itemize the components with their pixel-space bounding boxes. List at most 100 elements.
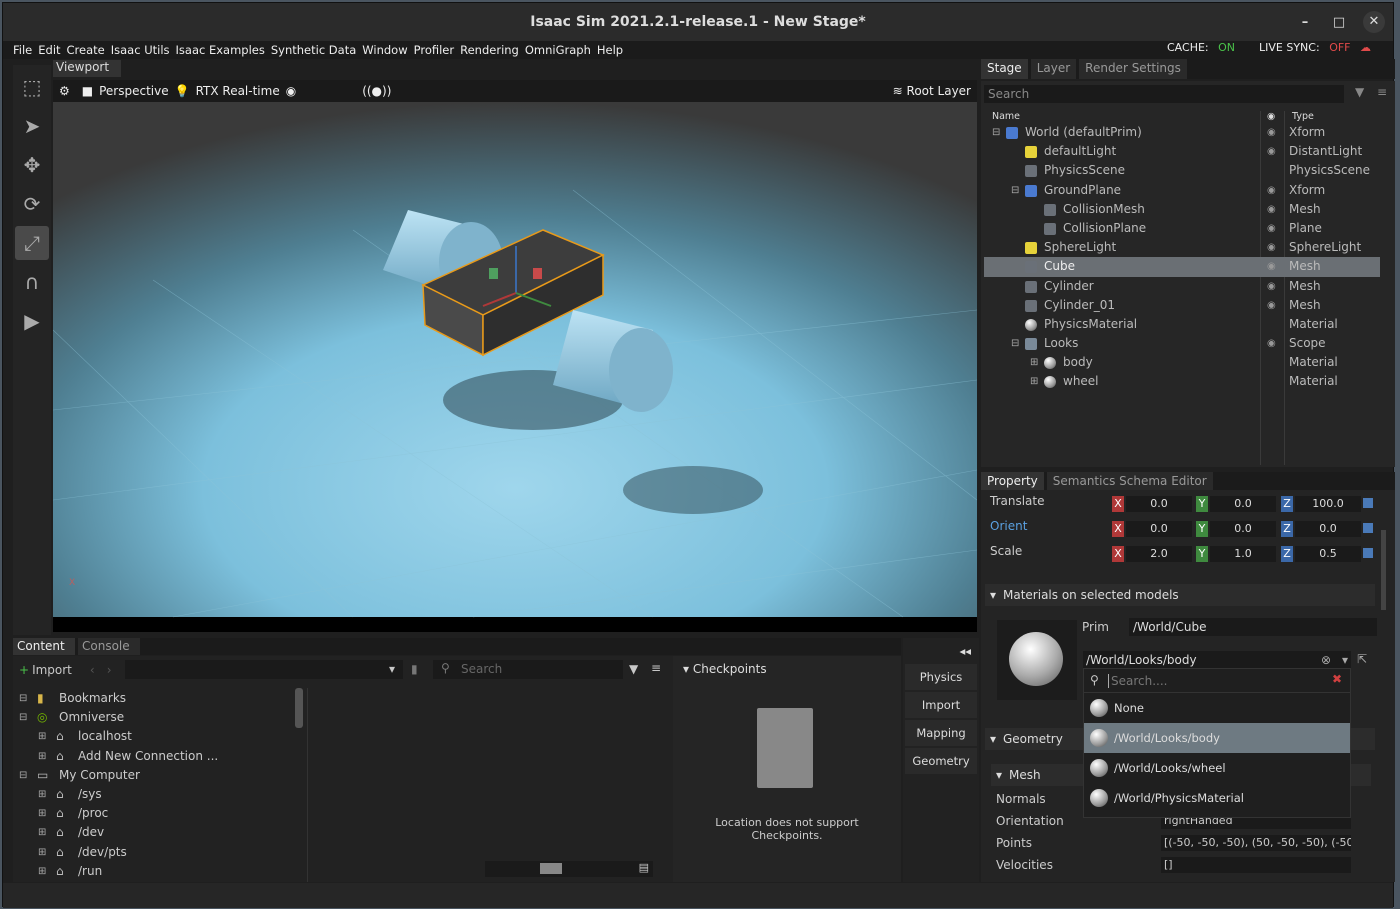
settings-gear-icon[interactable]: ⚙ <box>59 84 70 98</box>
expand-icon[interactable]: ⊞ <box>1030 353 1038 372</box>
visibility-eye-icon[interactable]: ◉ <box>1267 200 1276 219</box>
keyframe-icon[interactable] <box>1363 523 1373 533</box>
menu-item-edit[interactable]: Edit <box>38 43 60 57</box>
mapping-button[interactable]: Mapping <box>905 720 977 746</box>
collapse-icon[interactable]: ⊟ <box>19 708 27 727</box>
collapse-icon[interactable]: ⊟ <box>1011 334 1019 353</box>
maximize-button[interactable]: □ <box>1329 15 1349 30</box>
dropdown-option[interactable]: /World/Looks/wheel <box>1084 753 1350 783</box>
mesh-velocities-field[interactable]: [] <box>1161 857 1351 873</box>
bookmark-icon[interactable]: ▮ <box>411 662 418 676</box>
grid-view-icon[interactable]: ▤ <box>639 861 649 874</box>
keyframe-icon[interactable] <box>1363 548 1373 558</box>
menu-item-omnigraph[interactable]: OmniGraph <box>525 43 591 57</box>
menu-item-isaac-examples[interactable]: Isaac Examples <box>176 43 265 57</box>
keyframe-icon[interactable] <box>1363 498 1373 508</box>
scale-x-field[interactable]: 2.0 <box>1126 546 1192 562</box>
collapse-icon[interactable]: ⊟ <box>19 766 27 785</box>
visibility-eye-icon[interactable]: ◉ <box>1267 257 1276 276</box>
visibility-eye-icon[interactable]: ◉ <box>1267 277 1276 296</box>
tab-viewport[interactable]: Viewport <box>53 60 121 77</box>
physics-button[interactable]: Physics <box>905 664 977 690</box>
tab-property[interactable]: Property <box>981 472 1044 490</box>
clear-icon[interactable]: ⊗ <box>1321 651 1331 669</box>
forward-icon[interactable]: › <box>107 663 112 677</box>
collapse-left-icon[interactable]: ◂◂ <box>905 640 977 662</box>
stage-row-body[interactable]: ⊞ body Material <box>984 353 1380 372</box>
camera-select[interactable]: Perspective <box>99 84 169 98</box>
content-tree-item[interactable]: ⊞ ⌂ /sys <box>13 785 293 804</box>
checkpoints-header[interactable]: ▾ Checkpoints <box>683 662 767 676</box>
import-button[interactable]: Import <box>32 663 72 677</box>
menu-item-file[interactable]: File <box>13 43 32 57</box>
visibility-eye-icon[interactable]: ◉ <box>286 84 296 98</box>
renderer-select[interactable]: RTX Real-time <box>196 84 280 98</box>
minimize-button[interactable]: – <box>1295 15 1315 30</box>
expand-icon[interactable]: ⊞ <box>38 862 46 881</box>
property-scrollbar[interactable] <box>1381 530 1386 610</box>
menu-icon[interactable]: ≡ <box>1377 85 1387 99</box>
orient-y-field[interactable]: 0.0 <box>1210 521 1276 537</box>
scene-render[interactable]: X <box>53 80 977 632</box>
content-tree-item[interactable]: ⊟ ▭ My Computer <box>13 766 293 785</box>
expand-icon[interactable]: ⊞ <box>38 843 46 862</box>
collapse-icon[interactable]: ⊟ <box>19 689 27 708</box>
close-button[interactable]: ✕ <box>1363 11 1385 33</box>
select-arrow-icon[interactable]: ➤ <box>15 109 49 143</box>
tab-stage[interactable]: Stage <box>981 59 1028 79</box>
stage-row-cube[interactable]: Cube ◉ Mesh <box>984 257 1380 277</box>
geometry-button[interactable]: Geometry <box>905 748 977 774</box>
stage-row-groundplane[interactable]: ⊟ GroundPlane ◉ Xform <box>984 181 1380 200</box>
stage-row-collisionplane[interactable]: CollisionPlane ◉ Plane <box>984 219 1380 238</box>
menu-item-help[interactable]: Help <box>597 43 623 57</box>
scale-icon[interactable]: ⤢ <box>15 226 49 260</box>
menu-item-create[interactable]: Create <box>67 43 105 57</box>
materials-section-header[interactable]: ▾ Materials on selected models <box>985 584 1375 606</box>
select-mode-icon[interactable]: ⬚ <box>15 70 49 104</box>
chevron-down-icon[interactable]: ▾ <box>1342 651 1348 669</box>
tab-render-settings[interactable]: Render Settings <box>1079 59 1187 79</box>
visibility-eye-icon[interactable]: ◉ <box>1267 123 1276 142</box>
expand-icon[interactable]: ⊞ <box>1030 372 1038 391</box>
dropdown-search-input[interactable]: Search.... <box>1108 674 1167 688</box>
filter-icon[interactable]: ▼ <box>1355 85 1364 99</box>
content-tree-item[interactable]: ⊞ ⌂ /dev <box>13 823 293 842</box>
stage-row-looks[interactable]: ⊟ Looks ◉ Scope <box>984 334 1380 353</box>
scale-z-field[interactable]: 0.5 <box>1295 546 1361 562</box>
goto-material-icon[interactable]: ⇱ <box>1357 652 1367 666</box>
collapse-icon[interactable]: ⊟ <box>992 123 1000 142</box>
translate-y-field[interactable]: 0.0 <box>1210 496 1276 512</box>
filter-icon[interactable]: ▼ <box>629 662 638 676</box>
content-search-input[interactable]: Search <box>433 660 623 679</box>
stage-row-physicsscene[interactable]: PhysicsScene PhysicsScene <box>984 161 1380 180</box>
visibility-eye-icon[interactable]: ◉ <box>1267 219 1276 238</box>
rotate-icon[interactable]: ⟳ <box>15 187 49 221</box>
content-tree-item[interactable]: ⊟ ◎ Omniverse <box>13 708 293 727</box>
import-side-button[interactable]: Import <box>905 692 977 718</box>
menu-item-profiler[interactable]: Profiler <box>414 43 455 57</box>
tree-scrollbar[interactable] <box>295 688 303 728</box>
root-layer-button[interactable]: ≋ Root Layer <box>893 84 971 98</box>
play-icon[interactable]: ▶ <box>15 304 49 338</box>
content-tree-item[interactable]: ⊞ ⌂ Add New Connection ... <box>13 747 293 766</box>
orient-z-field[interactable]: 0.0 <box>1295 521 1361 537</box>
expand-icon[interactable]: ⊞ <box>38 804 46 823</box>
list-menu-icon[interactable]: ≡ <box>651 661 661 675</box>
stage-row-defaultlight[interactable]: defaultLight ◉ DistantLight <box>984 142 1380 161</box>
live-sync-status[interactable]: LIVE SYNC: OFF ☁ <box>1259 41 1377 54</box>
viewport[interactable]: X ⚙ ■ Perspective 💡 RTX Real-time ◉ ((●)… <box>53 80 977 632</box>
slider-handle[interactable] <box>540 863 562 874</box>
stage-row-world-defaultprim[interactable]: ⊟ World (defaultPrim) ◉ Xform <box>984 123 1380 142</box>
expand-icon[interactable]: ⊞ <box>38 785 46 804</box>
dropdown-option[interactable]: None <box>1084 693 1350 723</box>
expand-icon[interactable]: ⊞ <box>38 747 46 766</box>
transform-label-orient[interactable]: Orient <box>990 519 1027 533</box>
broadcast-icon[interactable]: ((●)) <box>362 84 391 98</box>
translate-x-field[interactable]: 0.0 <box>1126 496 1192 512</box>
content-tree-item[interactable]: ⊟ ▮ Bookmarks <box>13 689 293 708</box>
content-tree-item[interactable]: ⊞ ⌂ /proc <box>13 804 293 823</box>
tab-console[interactable]: Console <box>78 638 140 655</box>
content-tree-item[interactable]: ⊞ ⌂ localhost <box>13 727 293 746</box>
expand-icon[interactable]: ⊞ <box>38 823 46 842</box>
material-select[interactable]: /World/Looks/body ⊗ ▾ <box>1083 651 1351 669</box>
